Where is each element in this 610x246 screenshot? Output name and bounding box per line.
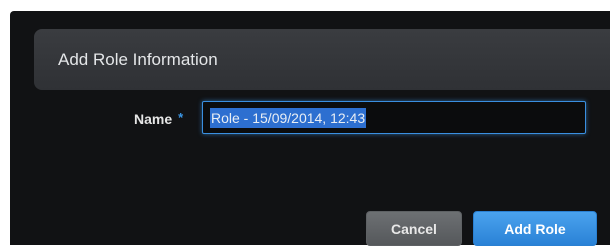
name-label-text: Name <box>134 111 173 127</box>
dialog-header: Add Role Information <box>34 29 610 90</box>
required-marker: * <box>178 110 184 125</box>
dialog-title: Add Role Information <box>58 50 218 69</box>
role-name-value[interactable]: Role - 15/09/2014, 12:43 <box>210 107 367 128</box>
name-field-label: Name * <box>134 110 183 127</box>
role-name-input[interactable]: Role - 15/09/2014, 12:43 <box>202 101 586 134</box>
add-role-button[interactable]: Add Role <box>473 211 597 246</box>
cancel-button[interactable]: Cancel <box>366 211 462 246</box>
